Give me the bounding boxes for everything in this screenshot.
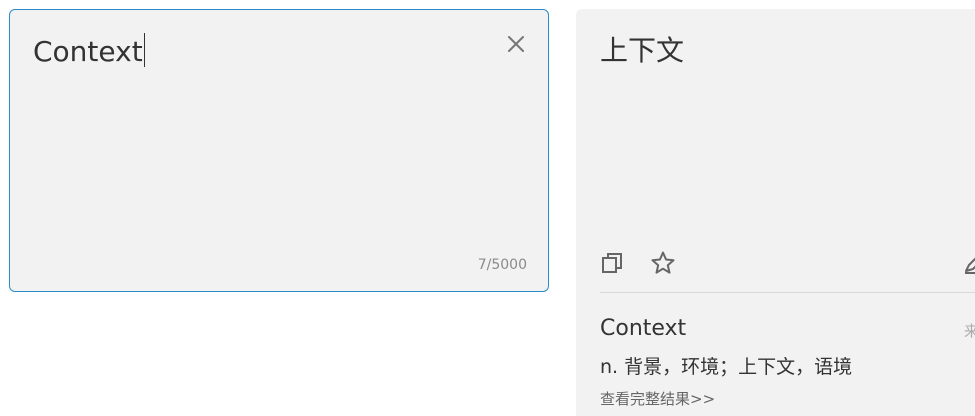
- char-count: 7/5000: [477, 257, 527, 273]
- divider: [600, 292, 975, 293]
- dictionary-definition: n. 背景，环境；上下文，语境: [600, 356, 853, 378]
- view-full-results-link[interactable]: 查看完整结果>>: [600, 388, 715, 410]
- translation-text: 上下文: [600, 34, 685, 67]
- favorite-button[interactable]: [650, 250, 676, 276]
- translator-page: Context 7/5000 上下文 Context 来 n. 背景，环境；上下…: [0, 0, 975, 416]
- edit-button[interactable]: [962, 250, 975, 276]
- close-icon: [508, 36, 524, 52]
- translation-output-panel: 上下文 Context 来 n. 背景，环境；上下文，语境 查看完整结果>>: [576, 9, 975, 416]
- source-text-input[interactable]: Context: [33, 32, 145, 72]
- edit-icon: [965, 257, 975, 274]
- star-icon: [651, 251, 675, 274]
- dictionary-word: Context: [600, 316, 687, 341]
- text-cursor: [143, 33, 145, 67]
- source-input-panel[interactable]: Context 7/5000: [9, 9, 549, 292]
- copy-icon: [602, 253, 622, 273]
- copy-button[interactable]: [600, 250, 626, 276]
- clear-button[interactable]: [504, 32, 528, 56]
- dictionary-source-label: 来: [964, 322, 975, 340]
- source-text-value: Context: [33, 35, 143, 68]
